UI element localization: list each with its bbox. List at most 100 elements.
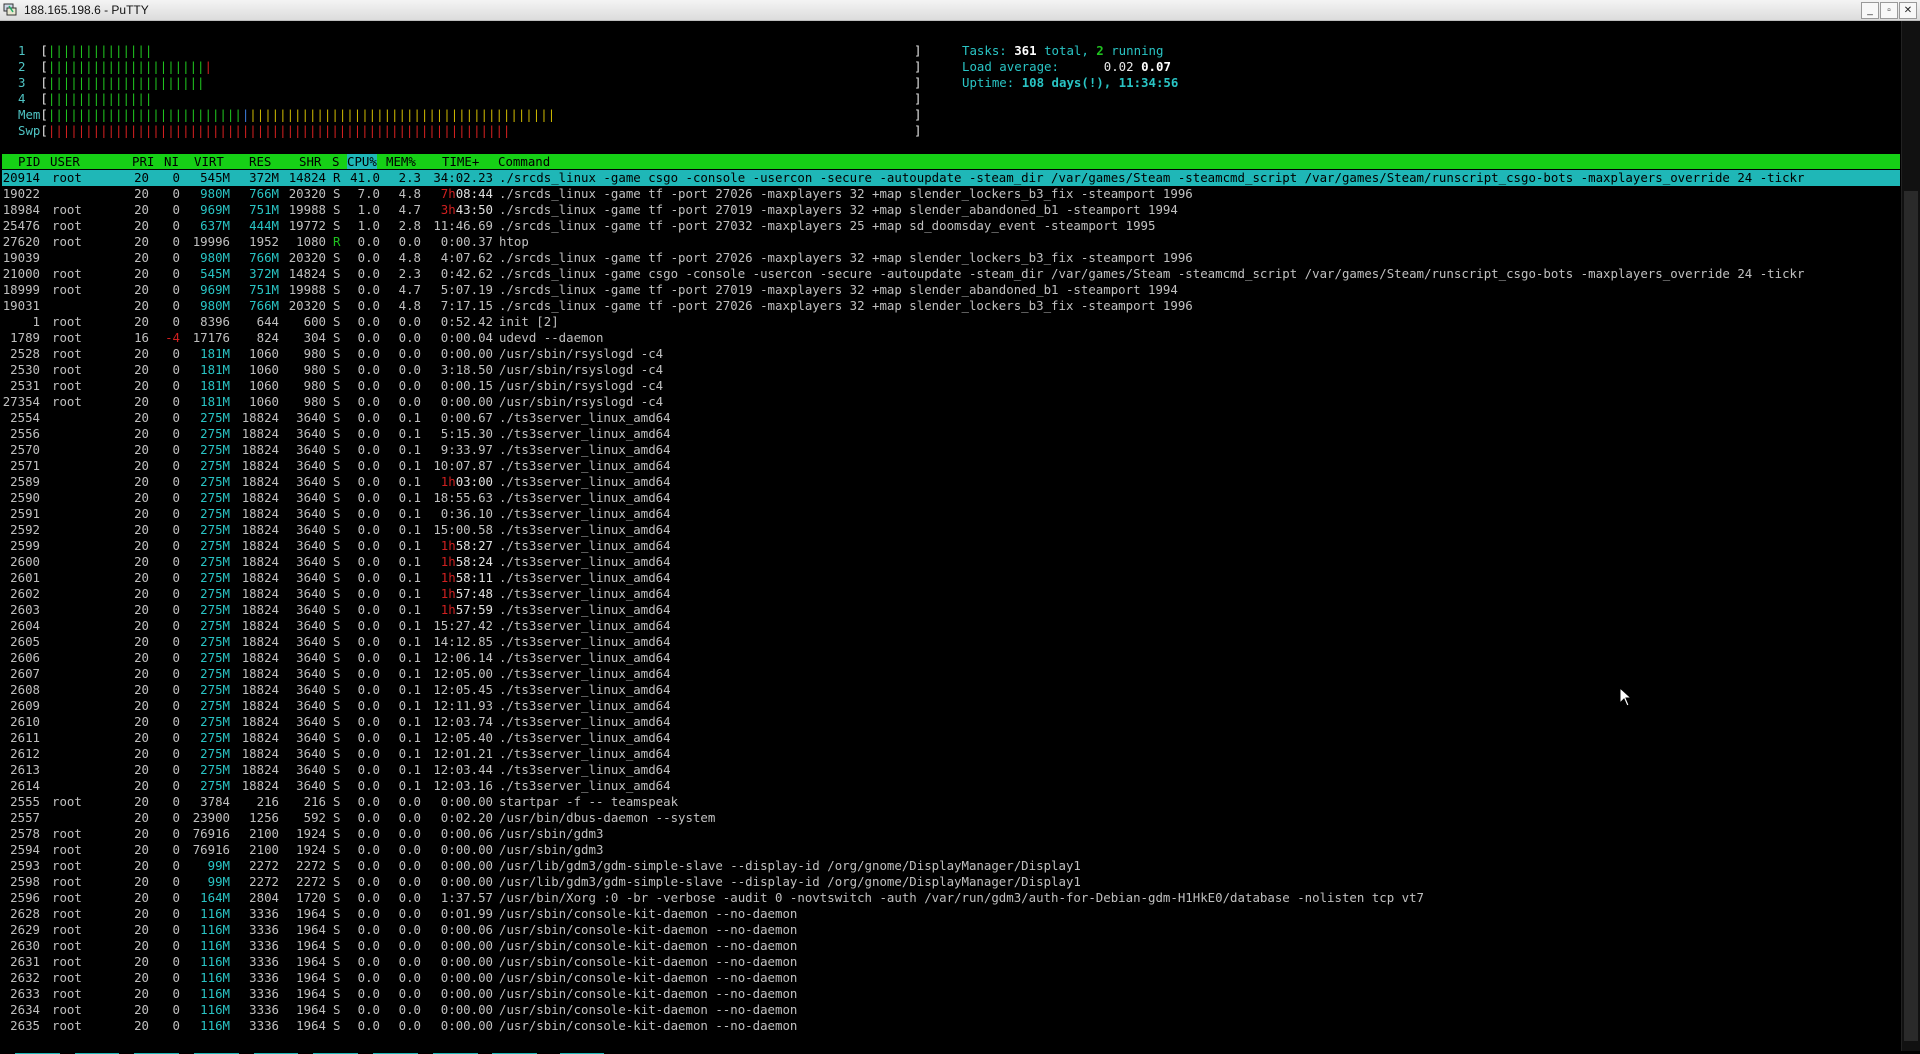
meter-close-bracket: ] bbox=[914, 107, 922, 122]
col-mem[interactable]: MEM% bbox=[386, 154, 416, 169]
col-command[interactable]: Command bbox=[498, 154, 550, 169]
process-row[interactable]: 2608 20 0 275M 18824 3640 S 0.0 0.1 12:05.45 ./ts3… bbox=[2, 682, 1900, 698]
process-row[interactable]: 2589 20 0 275M 18824 3640 S 0.0 0.1 1h03:00 ./ts3s… bbox=[2, 474, 1900, 490]
process-row[interactable]: 2606 20 0 275M 18824 3640 S 0.0 0.1 12:06.14 ./ts3… bbox=[2, 650, 1900, 666]
minimize-button[interactable]: _ bbox=[1861, 2, 1879, 19]
col-state[interactable]: S bbox=[332, 154, 339, 169]
cell-cpu: 0.0 bbox=[357, 778, 380, 793]
process-row[interactable]: 2571 20 0 275M 18824 3640 S 0.0 0.1 10:07.87 ./ts3… bbox=[2, 458, 1900, 474]
col-virt[interactable]: VIRT bbox=[194, 154, 224, 169]
process-row[interactable]: 2530 root 20 0 181M 1060 980 S 0.0 0.0 3:18.50/usr… bbox=[2, 362, 1900, 378]
process-row[interactable]: 21000 root 20 0 545M 372M 14824 S 0.0 2.3 0:42.62.… bbox=[2, 266, 1900, 282]
process-row[interactable]: 2554 20 0 275M 18824 3640 S 0.0 0.1 0:00.67 ./ts3s… bbox=[2, 410, 1900, 426]
process-row[interactable]: 2614 20 0 275M 18824 3640 S 0.0 0.1 12:03.16 ./ts3… bbox=[2, 778, 1900, 794]
process-row[interactable]: 2578 root 20 0 76916 2100 1924 S 0.0 0.0 0:00.06/u… bbox=[2, 826, 1900, 842]
cell-pid: 2589 bbox=[10, 474, 40, 489]
col-pri[interactable]: PRI bbox=[132, 154, 154, 169]
process-row[interactable]: 2590 20 0 275M 18824 3640 S 0.0 0.1 18:55.63 ./ts3… bbox=[2, 490, 1900, 506]
cell-virt: 181M bbox=[200, 362, 230, 377]
process-row[interactable]: 2604 20 0 275M 18824 3640 S 0.0 0.1 15:27.42 ./ts3… bbox=[2, 618, 1900, 634]
process-row[interactable]: 2598 root 20 0 99M 2272 2272 S 0.0 0.0 0:00.00/usr… bbox=[2, 874, 1900, 890]
col-ni[interactable]: NI bbox=[164, 154, 179, 169]
process-row-selected[interactable]: 20914 root 20 0 545M 372M 14824 R 41.0 2.3 34:02.2… bbox=[2, 170, 1900, 186]
cell-shr: 1080 bbox=[296, 234, 326, 249]
process-row[interactable]: 27354 root 20 0 181M 1060 980 S 0.0 0.0 0:00.00/us… bbox=[2, 394, 1900, 410]
process-row[interactable]: 2603 20 0 275M 18824 3640 S 0.0 0.1 1h57:59 ./ts3s… bbox=[2, 602, 1900, 618]
col-time[interactable]: TIME+ bbox=[442, 154, 479, 169]
process-row[interactable]: 2601 20 0 275M 18824 3640 S 0.0 0.1 1h58:11 ./ts3s… bbox=[2, 570, 1900, 586]
process-row[interactable]: 2611 20 0 275M 18824 3640 S 0.0 0.1 12:05.40 ./ts3… bbox=[2, 730, 1900, 746]
process-row[interactable]: 2528 root 20 0 181M 1060 980 S 0.0 0.0 0:00.00/usr… bbox=[2, 346, 1900, 362]
cell-ni: 0 bbox=[172, 474, 180, 489]
process-row[interactable]: 2555 root 20 0 3784 216 216 S 0.0 0.0 0:00.00 start… bbox=[2, 794, 1900, 810]
cell-pid: 18984 bbox=[2, 202, 40, 217]
cell-mem: 0.0 bbox=[398, 394, 421, 409]
process-row[interactable]: 19039 20 0 980M 766M 20320 S 0.0 4.8 4:07.62 ./src… bbox=[2, 250, 1900, 266]
process-row[interactable]: 2593 root 20 0 99M 2272 2272 S 0.0 0.0 0:00.00/usr… bbox=[2, 858, 1900, 874]
process-row[interactable]: 2635 root 20 0 116M 3336 1964 S 0.0 0.0 0:00.00/us… bbox=[2, 1018, 1900, 1034]
window-titlebar[interactable]: 188.165.198.6 - PuTTY _ ▫ ✕ bbox=[0, 0, 1920, 21]
cell-ni: 0 bbox=[172, 538, 180, 553]
process-row[interactable]: 2607 20 0 275M 18824 3640 S 0.0 0.1 12:05.00 ./ts3… bbox=[2, 666, 1900, 682]
scrollbar-thumb[interactable] bbox=[1904, 191, 1918, 1041]
process-row[interactable]: 2629 root 20 0 116M 3336 1964 S 0.0 0.0 0:00.06/us… bbox=[2, 922, 1900, 938]
cell-ni: 0 bbox=[172, 602, 180, 617]
cell-ni: 0 bbox=[172, 778, 180, 793]
process-row[interactable]: 27620 root 20 0 19996 1952 1080 R 0.0 0.0 0:00.37 h… bbox=[2, 234, 1900, 250]
close-button[interactable]: ✕ bbox=[1899, 2, 1917, 19]
process-row[interactable]: 2556 20 0 275M 18824 3640 S 0.0 0.1 5:15.30 ./ts3s… bbox=[2, 426, 1900, 442]
process-row[interactable]: 2609 20 0 275M 18824 3640 S 0.0 0.1 12:11.93 ./ts3… bbox=[2, 698, 1900, 714]
process-row[interactable]: 2594 root 20 0 76916 2100 1924 S 0.0 0.0 0:00.00/u… bbox=[2, 842, 1900, 858]
process-row[interactable]: 1 root 20 0 8396 644 600 S 0.0 0.0 0:52.42 init [2] bbox=[2, 314, 1900, 330]
process-row[interactable]: 18984 root 20 0 969M 751M 19988 S 1.0 4.7 3h43:50.… bbox=[2, 202, 1900, 218]
process-row[interactable]: 2600 20 0 275M 18824 3640 S 0.0 0.1 1h58:24 ./ts3s… bbox=[2, 554, 1900, 570]
process-row[interactable]: 25476 root 20 0 637M 444M 19772 S 1.0 2.8 11:46.69… bbox=[2, 218, 1900, 234]
cell-virt: 76916 bbox=[192, 826, 230, 841]
terminal-area[interactable]: 1 [|||||||||||||| 2 [|||||||||||||||||||… bbox=[0, 21, 1900, 1054]
cell-time: 15:00.58 bbox=[433, 522, 493, 537]
process-row[interactable]: 18999 root 20 0 969M 751M 19988 S 0.0 4.7 5:07.19.… bbox=[2, 282, 1900, 298]
process-row[interactable]: 19022 20 0 980M 766M 20320 S 7.0 4.8 7h08:44 ./src… bbox=[2, 186, 1900, 202]
cell-ni: 0 bbox=[172, 170, 180, 185]
col-pid[interactable]: PID bbox=[18, 154, 40, 169]
cell-res: 3336 bbox=[249, 922, 279, 937]
cell-shr: 1924 bbox=[296, 826, 326, 841]
col-res[interactable]: RES bbox=[249, 154, 271, 169]
process-row[interactable]: 19031 20 0 980M 766M 20320 S 0.0 4.8 7:17.15 ./src… bbox=[2, 298, 1900, 314]
cell-user: root bbox=[52, 202, 82, 217]
process-row[interactable]: 2612 20 0 275M 18824 3640 S 0.0 0.1 12:01.21 ./ts3… bbox=[2, 746, 1900, 762]
process-row[interactable]: 1789 root 16 -4 17176 824 304 S 0.0 0.0 0:00.04 ude… bbox=[2, 330, 1900, 346]
col-cpu-sorted[interactable]: CPU% bbox=[347, 154, 377, 169]
process-row[interactable]: 2596 root 20 0 164M 2804 1720 S 0.0 0.0 1:37.57/us… bbox=[2, 890, 1900, 906]
process-row[interactable]: 2610 20 0 275M 18824 3640 S 0.0 0.1 12:03.74 ./ts3… bbox=[2, 714, 1900, 730]
cell-command: /usr/lib/gdm3/gdm-simple-slave --display… bbox=[499, 874, 1081, 889]
process-row[interactable]: 2628 root 20 0 116M 3336 1964 S 0.0 0.0 0:01.99/us… bbox=[2, 906, 1900, 922]
process-row[interactable]: 2531 root 20 0 181M 1060 980 S 0.0 0.0 0:00.15/usr… bbox=[2, 378, 1900, 394]
process-row[interactable]: 2599 20 0 275M 18824 3640 S 0.0 0.1 1h58:27 ./ts3s… bbox=[2, 538, 1900, 554]
col-shr[interactable]: SHR bbox=[299, 154, 321, 169]
process-row[interactable]: 2570 20 0 275M 18824 3640 S 0.0 0.1 9:33.97 ./ts3s… bbox=[2, 442, 1900, 458]
cell-mem: 0.1 bbox=[398, 442, 421, 457]
process-row[interactable]: 2634 root 20 0 116M 3336 1964 S 0.0 0.0 0:00.00/us… bbox=[2, 1002, 1900, 1018]
process-row[interactable]: 2630 root 20 0 116M 3336 1964 S 0.0 0.0 0:00.00/us… bbox=[2, 938, 1900, 954]
cell-time: 0:00.06 bbox=[440, 922, 493, 937]
process-row[interactable]: 2613 20 0 275M 18824 3640 S 0.0 0.1 12:03.44 ./ts3… bbox=[2, 762, 1900, 778]
cell-time: 0:00.00 bbox=[440, 858, 493, 873]
cell-ni: 0 bbox=[172, 586, 180, 601]
process-row[interactable]: 2592 20 0 275M 18824 3640 S 0.0 0.1 15:00.58 ./ts3… bbox=[2, 522, 1900, 538]
cell-state: S bbox=[333, 890, 341, 905]
cell-res: 18824 bbox=[241, 538, 279, 553]
process-row[interactable]: 2632 root 20 0 116M 3336 1964 S 0.0 0.0 0:00.00/us… bbox=[2, 970, 1900, 986]
col-user[interactable]: USER bbox=[50, 154, 80, 169]
process-row[interactable]: 2631 root 20 0 116M 3336 1964 S 0.0 0.0 0:00.00/us… bbox=[2, 954, 1900, 970]
maximize-button[interactable]: ▫ bbox=[1880, 2, 1898, 19]
cell-pri: 20 bbox=[134, 1002, 149, 1017]
process-row[interactable]: 2591 20 0 275M 18824 3640 S 0.0 0.1 0:36.10 ./ts3s… bbox=[2, 506, 1900, 522]
cell-shr: 19772 bbox=[288, 218, 326, 233]
cell-state: S bbox=[333, 906, 341, 921]
process-row[interactable]: 2602 20 0 275M 18824 3640 S 0.0 0.1 1h57:48 ./ts3s… bbox=[2, 586, 1900, 602]
process-row[interactable]: 2633 root 20 0 116M 3336 1964 S 0.0 0.0 0:00.00/us… bbox=[2, 986, 1900, 1002]
process-row[interactable]: 2557 20 0 23900 1256 592 S 0.0 0.0 0:02.20/usr/bi… bbox=[2, 810, 1900, 826]
process-row[interactable]: 2605 20 0 275M 18824 3640 S 0.0 0.1 14:12.85 ./ts3… bbox=[2, 634, 1900, 650]
terminal-scrollbar[interactable] bbox=[1901, 21, 1920, 1051]
